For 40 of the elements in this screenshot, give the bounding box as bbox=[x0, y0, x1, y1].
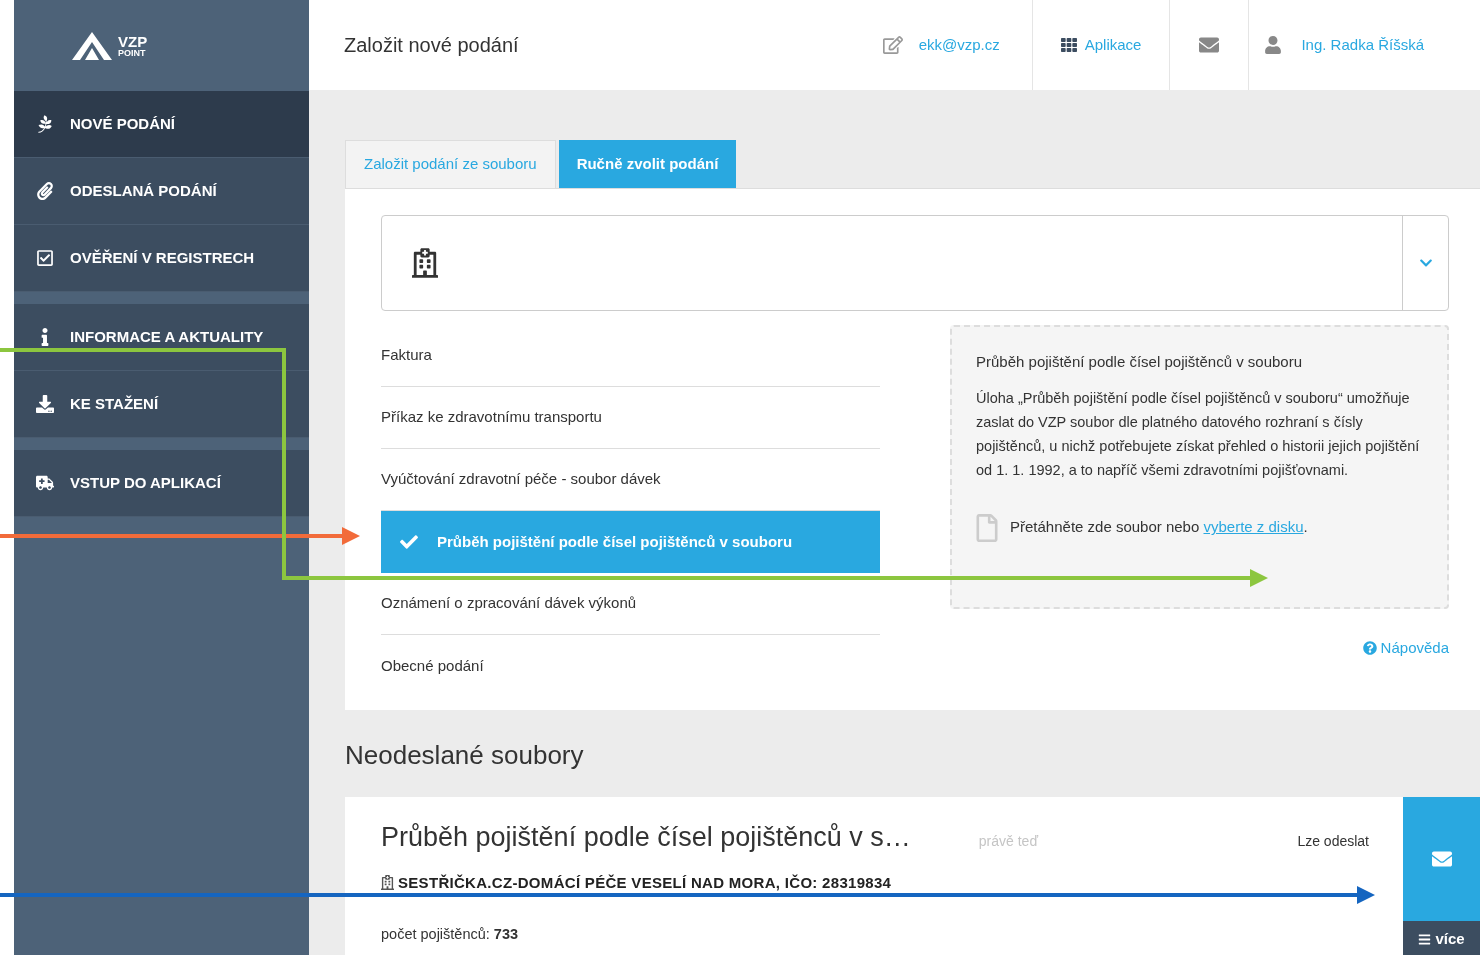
drop-hint: Přetáhněte zde soubor nebo vyberte z disku. bbox=[1010, 517, 1308, 538]
file-status: Lze odeslat bbox=[1297, 832, 1369, 851]
file-time: právě teď bbox=[978, 832, 1038, 851]
check-icon bbox=[399, 533, 419, 551]
grid-icon bbox=[1060, 37, 1077, 53]
leaf-icon bbox=[36, 115, 54, 133]
help-icon bbox=[1362, 641, 1377, 656]
sidebar-item[interactable]: KE STAŽENÍ bbox=[14, 371, 309, 438]
user-icon bbox=[1265, 36, 1282, 54]
sidebar-item[interactable]: ODESLANÁ PODÁNÍ bbox=[14, 158, 309, 225]
insured-count: počet pojištěnců: 733 bbox=[381, 925, 520, 944]
page-title: Založit nové podání bbox=[343, 33, 520, 58]
sidebar-item[interactable]: VSTUP DO APLIKACÍ bbox=[14, 450, 309, 517]
logo-text: VZP bbox=[118, 33, 148, 49]
hospital-icon bbox=[412, 248, 438, 278]
file-icon bbox=[976, 513, 998, 542]
envelope-icon bbox=[1198, 35, 1221, 55]
submission-type-item[interactable]: Obecné podání bbox=[381, 635, 880, 697]
logo-subtext: POINT bbox=[118, 48, 147, 58]
submission-type-item[interactable]: Příkaz ke zdravotnímu transportu bbox=[381, 387, 880, 449]
menu-icon bbox=[1418, 932, 1432, 946]
submission-type-item[interactable]: Faktura bbox=[381, 325, 880, 387]
info-text: Úloha „Průběh pojištění podle čísel pojištěnců v souboru“ umožňuje zaslat do VZP soubor dle platného datového rozhraní s čísly pojištěnců, u nichž potřebujete získat přehled o historii jejich pojištění od 1. 1. 1992, a to napříč všemi zdravotními pojišťovnami. bbox=[976, 388, 1421, 480]
send-button[interactable] bbox=[1403, 797, 1480, 921]
sidebar-item[interactable]: OVĚŘENÍ V REGISTRECH bbox=[14, 225, 309, 292]
hospital-select[interactable] bbox=[381, 215, 1449, 311]
paperclip-icon bbox=[36, 182, 54, 200]
info-title: Průběh pojištění podle čísel pojištěnců v souboru bbox=[976, 352, 1304, 372]
more-button[interactable]: více bbox=[1403, 921, 1480, 955]
file-title: Průběh pojištění podle čísel pojištěnců v s… bbox=[381, 821, 911, 854]
sidebar-item[interactable]: INFORMACE A AKTUALITY bbox=[14, 304, 309, 371]
sidebar-item[interactable]: NOVÉ PODÁNÍ bbox=[14, 91, 309, 158]
download-icon bbox=[36, 395, 54, 413]
organization-name: SESTŘIČKA.CZ-DOMÁCÍ PÉČE VESELÍ NAD MORA, IČO: 28319834 bbox=[398, 872, 892, 893]
checkbox-icon bbox=[36, 249, 54, 267]
edit-icon bbox=[882, 36, 903, 54]
section-heading: Neodeslané soubory bbox=[345, 739, 585, 772]
hospital-icon bbox=[381, 875, 394, 891]
ambulance-icon bbox=[36, 474, 54, 492]
envelope-icon bbox=[1429, 849, 1454, 869]
